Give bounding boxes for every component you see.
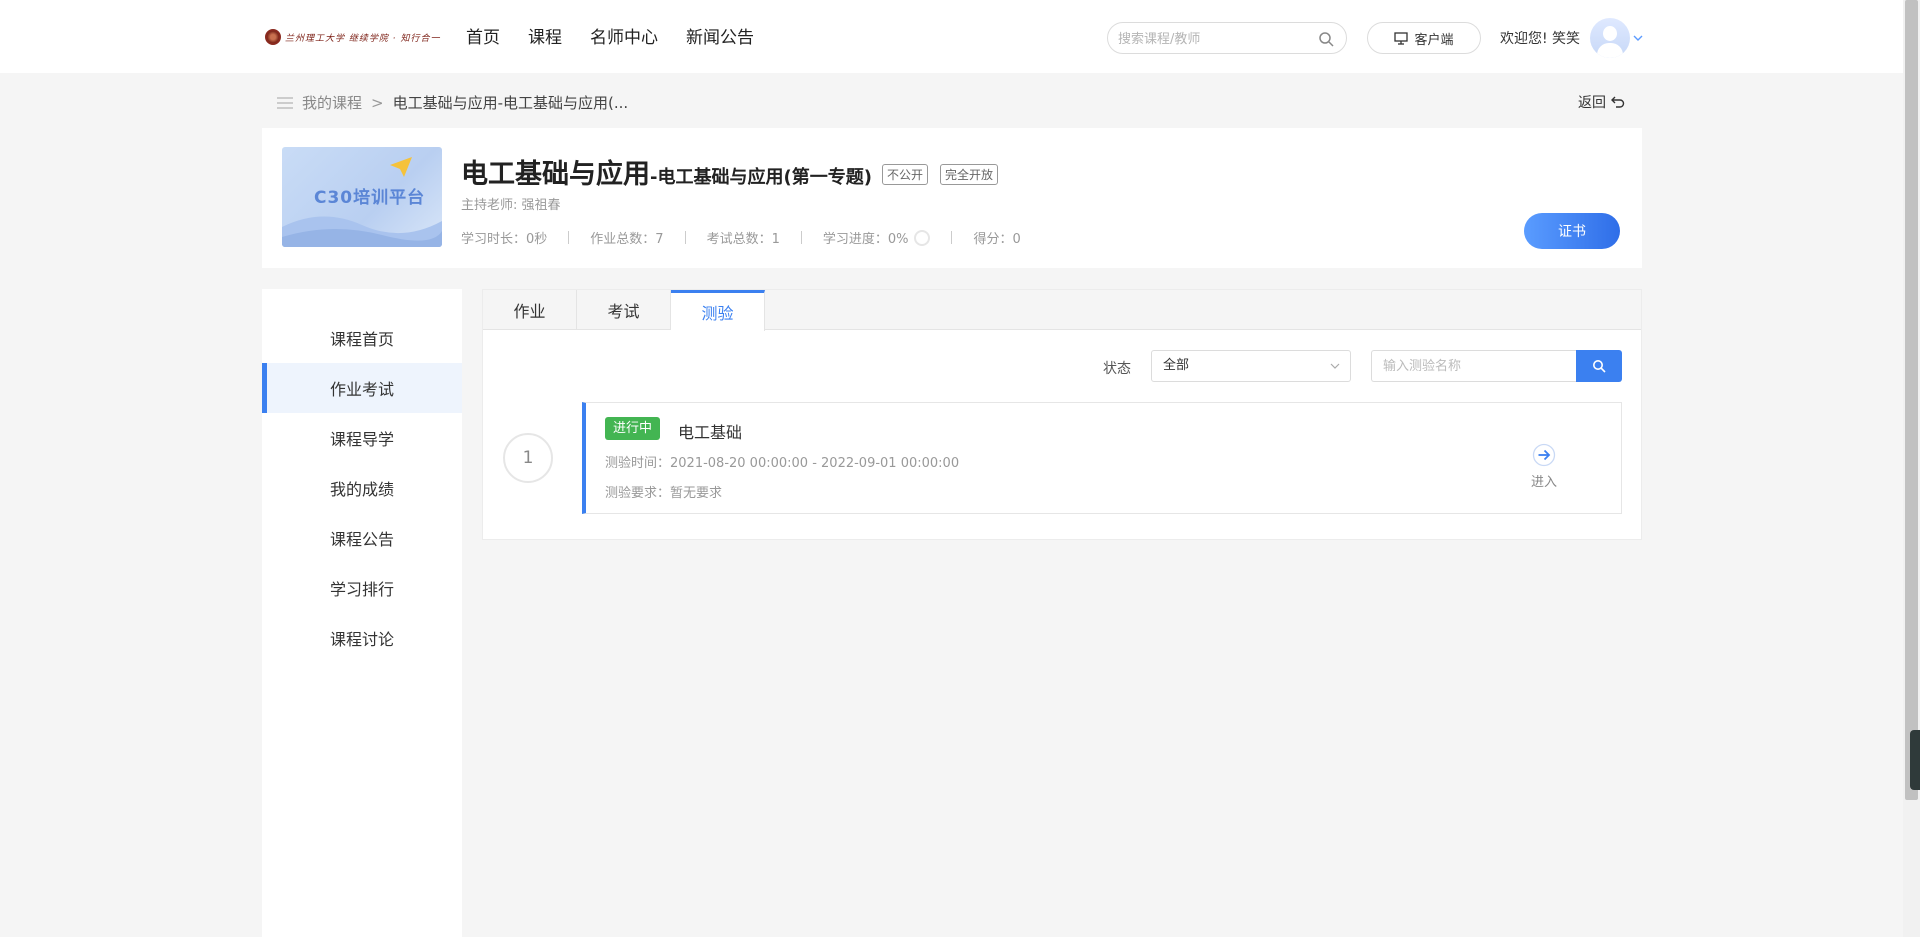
access-tag: 完全开放 [939,164,998,185]
stat-progress: 学习进度：0% [823,228,931,247]
certificate-button[interactable]: 证书 [1524,213,1620,249]
visibility-tag: 不公开 [881,164,928,185]
quiz-search-button[interactable] [1576,350,1622,382]
tab-quiz[interactable]: 测验 [671,290,765,331]
arrow-right-circle-icon [1532,443,1556,467]
stat-exam-total: 考试总数：1 [706,232,780,247]
quiz-card[interactable]: 进行中 电工基础 测验时间：2021-08-20 00:00:00 - 2022… [582,402,1622,514]
chevron-down-icon[interactable] [1632,32,1644,44]
quiz-time: 测验时间：2021-08-20 00:00:00 - 2022-09-01 00… [605,456,960,471]
tab-homework[interactable]: 作业 [483,290,577,330]
client-download-button[interactable]: 客户端 [1367,22,1481,54]
tab-bar: 作业 考试 测验 [483,290,1641,331]
quiz-name-input[interactable] [1371,350,1576,382]
stat-study-time: 学习时长：0秒 [461,232,548,247]
enter-label: 进入 [1530,475,1557,490]
course-title-main: 电工基础与应用 [461,159,650,190]
status-filter-value: 全部 [1163,358,1190,373]
course-stats: 学习时长：0秒 作业总数：7 考试总数：1 学习进度：0% 得分：0 [461,228,1021,247]
quiz-requirement: 测验要求：暂无要求 [605,486,723,501]
cover-wave-decoration [282,216,442,247]
sidebar-item-homework-exam[interactable]: 作业考试 [262,363,462,413]
cover-title: C30培训平台 [314,188,426,208]
search-icon[interactable] [1318,31,1334,47]
back-button[interactable]: 返回 [1578,92,1625,112]
back-label: 返回 [1578,95,1606,111]
main-nav: 首页 课程 名师中心 新闻公告 [466,26,782,50]
status-badge: 进行中 [605,417,661,440]
breadcrumb: 我的课程 > 电工基础与应用-电工基础与应用(... [277,92,628,113]
avatar[interactable] [1590,18,1630,58]
stat-score: 得分：0 [973,232,1021,247]
search-input[interactable] [1118,29,1308,49]
sidebar-item-my-grades[interactable]: 我的成绩 [262,463,462,513]
top-header: 兰州理工大学 继续学院 · 知行合一 首页 课程 名师中心 新闻公告 客户端 欢… [0,0,1903,73]
nav-news[interactable]: 新闻公告 [686,26,754,50]
stat-progress-label: 学习进度：0% [822,232,909,247]
breadcrumb-my-courses[interactable]: 我的课程 [302,92,362,113]
nav-teachers[interactable]: 名师中心 [590,26,658,50]
page-scrollbar[interactable] [1903,0,1920,937]
sidebar-item-ranking[interactable]: 学习排行 [262,563,462,613]
client-label: 客户端 [1414,32,1454,48]
sidebar-item-announcements[interactable]: 课程公告 [262,513,462,563]
course-sidebar: 课程首页 作业考试 课程导学 我的成绩 课程公告 学习排行 课程讨论 [262,289,462,937]
search-icon [1593,360,1606,373]
paper-plane-icon [390,157,412,177]
breadcrumb-separator: > [371,93,384,112]
university-seal-icon [265,29,281,45]
sidebar-item-course-guide[interactable]: 课程导学 [262,413,462,463]
course-title-sub: -电工基础与应用(第一专题) [650,167,872,188]
status-filter-label: 状态 [1103,361,1131,377]
progress-ring [914,229,931,246]
global-search [1107,22,1347,54]
site-logo[interactable]: 兰州理工大学 继续学院 · 知行合一 [265,27,447,47]
nav-home[interactable]: 首页 [466,26,500,50]
breadcrumb-current: 电工基础与应用-电工基础与应用(... [392,94,629,112]
tab-exam[interactable]: 考试 [577,290,671,330]
scrollbar-thumb[interactable] [1905,0,1918,800]
enter-quiz-button[interactable]: 进入 [1524,443,1564,490]
floating-tool-handle[interactable] [1910,730,1920,790]
nav-courses[interactable]: 课程 [528,26,562,50]
menu-icon [277,96,293,109]
chevron-down-icon [1330,363,1340,369]
welcome-text: 欢迎您! 笑笑 [1500,31,1581,47]
sidebar-item-course-home[interactable]: 课程首页 [262,313,462,363]
course-info-card: C30培训平台 电工基础与应用 -电工基础与应用(第一专题) 不公开 完全开放 … [262,128,1642,268]
course-cover-image: C30培训平台 [282,147,442,247]
course-teacher: 主持老师: 强祖春 [461,198,561,213]
stat-homework-total: 作业总数：7 [590,232,664,247]
quiz-name: 电工基础 [678,423,743,442]
sidebar-item-discussion[interactable]: 课程讨论 [262,613,462,663]
course-title: 电工基础与应用 -电工基础与应用(第一专题) 不公开 完全开放 [461,152,998,191]
status-filter-select[interactable]: 全部 [1151,350,1351,382]
return-arrow-icon [1611,96,1625,108]
monitor-icon [1394,31,1409,45]
quiz-index: 1 [503,433,553,483]
quiz-panel: 作业 考试 测验 状态 全部 1 进行中 电工基础 测验时间：2021-08-2… [482,289,1642,540]
logo-text: 兰州理工大学 继续学院 · 知行合一 [285,33,441,44]
